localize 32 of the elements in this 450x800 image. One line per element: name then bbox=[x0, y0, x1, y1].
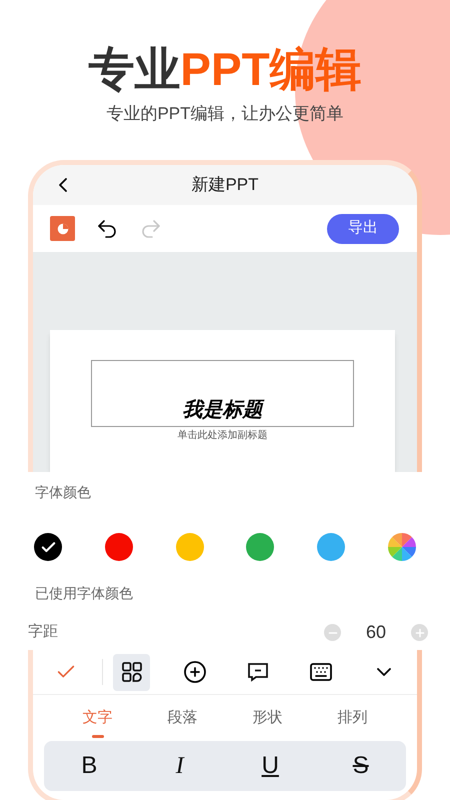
toolbar-button[interactable] bbox=[113, 654, 150, 690]
spacing-label: 字距 bbox=[28, 622, 58, 642]
app-logo-icon bbox=[50, 216, 75, 241]
plus-icon bbox=[414, 626, 426, 638]
grid-icon bbox=[120, 660, 144, 684]
add-icon bbox=[182, 660, 206, 684]
slide-subtitle: 单击此处添加副标题 bbox=[178, 428, 268, 443]
slide-title: 我是标题 bbox=[182, 398, 262, 423]
tab[interactable]: 排列 bbox=[338, 695, 368, 741]
section-label: 已使用字体颜色 bbox=[35, 584, 134, 603]
headline: 专业PPT编辑 bbox=[88, 42, 362, 97]
color-swatch[interactable] bbox=[317, 533, 346, 561]
export-button[interactable]: 导出 bbox=[327, 214, 399, 244]
color-swatch[interactable] bbox=[34, 533, 62, 561]
comment-icon bbox=[246, 660, 270, 684]
format-button[interactable]: B bbox=[69, 748, 110, 784]
color-swatch[interactable] bbox=[176, 533, 204, 561]
palette-icon bbox=[388, 533, 416, 561]
section-label: 字体颜色 bbox=[35, 483, 92, 502]
subtitle: 专业的PPT编辑，让办公更简单 bbox=[106, 103, 344, 125]
spacing-value: 60 bbox=[364, 621, 388, 644]
format-button[interactable]: S bbox=[340, 748, 381, 784]
keyboard-icon bbox=[308, 660, 332, 684]
format-button[interactable]: I bbox=[160, 748, 200, 784]
tab[interactable]: 文字 bbox=[82, 695, 112, 741]
palette-button[interactable] bbox=[388, 533, 416, 561]
tab[interactable]: 段落 bbox=[168, 695, 198, 741]
color-swatch[interactable] bbox=[104, 533, 133, 561]
screen-title: 新建PPT bbox=[191, 174, 259, 196]
color-swatch[interactable] bbox=[246, 533, 274, 561]
format-button[interactable]: U bbox=[250, 748, 290, 784]
tab[interactable]: 形状 bbox=[252, 695, 282, 741]
